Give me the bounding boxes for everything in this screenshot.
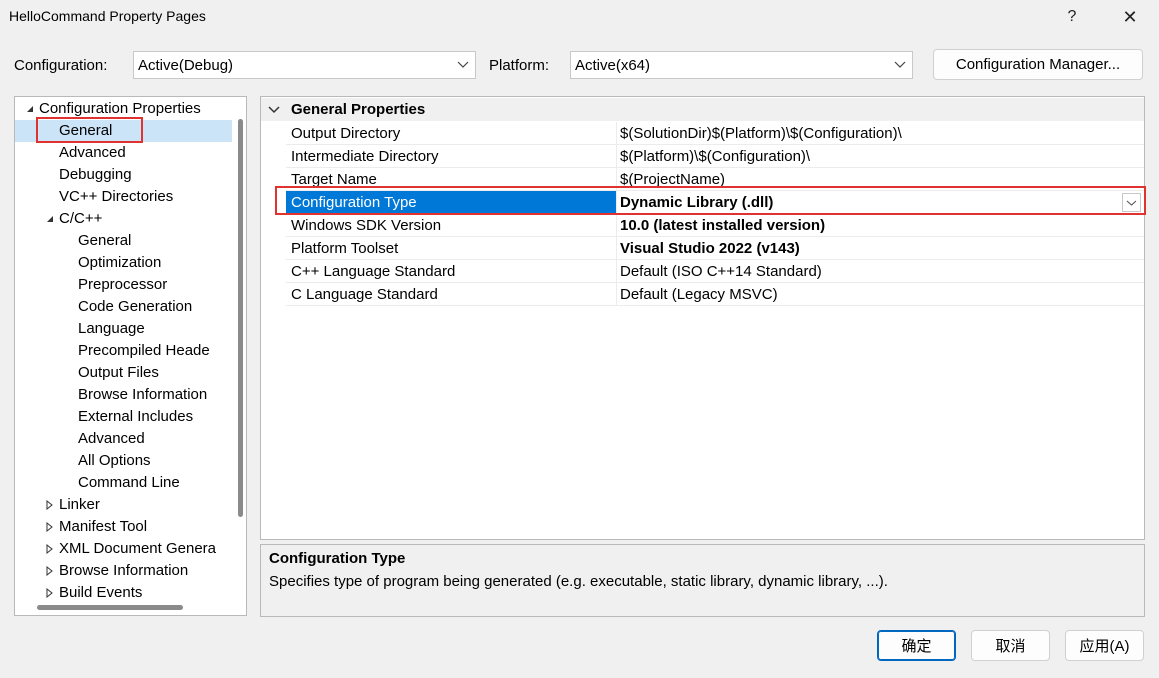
scrollbar-thumb[interactable] xyxy=(238,119,243,517)
tree-item-label: Advanced xyxy=(59,144,126,161)
tree-item-label: C/C++ xyxy=(59,210,103,227)
description-text: Specifies type of program being generate… xyxy=(269,573,888,590)
collapsed-triangle-icon[interactable] xyxy=(45,544,55,554)
tree-item[interactable]: Debugging xyxy=(15,164,232,186)
tree-item[interactable]: Browse Information xyxy=(15,560,232,582)
tree-item[interactable]: Optimization xyxy=(15,252,232,274)
property-value: Default (Legacy MSVC) xyxy=(620,286,778,303)
description-title: Configuration Type xyxy=(269,550,406,567)
expanded-triangle-icon[interactable] xyxy=(45,214,55,224)
tree-item-label: General xyxy=(78,232,132,249)
property-name: Windows SDK Version xyxy=(291,217,442,234)
collapsed-triangle-icon[interactable] xyxy=(45,500,55,510)
window-title: HelloCommand Property Pages xyxy=(9,8,206,24)
property-row[interactable]: Windows SDK Version 10.0 (latest installe… xyxy=(286,214,1144,237)
tree-item-label: Debugging xyxy=(59,166,132,183)
scrollbar-thumb[interactable] xyxy=(37,605,183,610)
tree-horizontal-scrollbar[interactable] xyxy=(15,600,232,615)
tree-item[interactable]: Advanced xyxy=(15,428,232,450)
property-value: 10.0 (latest installed version) xyxy=(620,217,826,234)
tree-item[interactable]: Language xyxy=(15,318,232,340)
configuration-manager-button[interactable]: Configuration Manager... xyxy=(933,49,1143,80)
category-header[interactable]: General Properties xyxy=(261,98,1144,121)
property-name: Platform Toolset xyxy=(291,240,399,257)
close-button[interactable]: ✕ xyxy=(1107,0,1153,34)
description-panel: Configuration Type Specifies type of pro… xyxy=(260,544,1145,617)
tree-vertical-scrollbar[interactable] xyxy=(232,97,246,602)
property-tree[interactable]: Configuration Properties General Advanced D… xyxy=(14,96,247,616)
apply-button[interactable]: 应用(A) xyxy=(1065,630,1144,661)
tree-item-label: XML Document Genera xyxy=(59,540,217,557)
tree-item-label: Browse Information xyxy=(59,562,189,579)
category-label: General Properties xyxy=(291,101,426,118)
tree-item[interactable]: General xyxy=(15,230,232,252)
property-row[interactable]: Platform Toolset Visual Studio 2022 (v143… xyxy=(286,237,1144,260)
help-button[interactable]: ? xyxy=(1049,0,1095,34)
tree-item-label: VC++ Directories xyxy=(59,188,174,205)
tree-item[interactable]: VC++ Directories xyxy=(15,186,232,208)
property-name: C Language Standard xyxy=(291,286,438,303)
platform-label: Platform: xyxy=(489,57,550,74)
tree-item[interactable]: Code Generation xyxy=(15,296,232,318)
tree-item[interactable]: Precompiled Heade xyxy=(15,340,232,362)
tree-item-label: External Includes xyxy=(78,408,194,425)
annotation-highlight-config-type xyxy=(275,186,1146,215)
platform-select-value: Active(x64) xyxy=(575,56,651,74)
chevron-down-icon[interactable] xyxy=(268,105,280,115)
tree-item-label: Optimization xyxy=(78,254,162,271)
tree-item[interactable]: All Options xyxy=(15,450,232,472)
chevron-down-icon xyxy=(457,61,469,68)
tree-item[interactable]: Output Files xyxy=(15,362,232,384)
tree-item[interactable]: C/C++ xyxy=(15,208,232,230)
tree-item-label: Command Line xyxy=(78,474,180,491)
property-row[interactable]: Intermediate Directory $(Platform)\$(Conf… xyxy=(286,145,1144,168)
ok-button[interactable]: 确定 xyxy=(877,630,956,661)
annotation-highlight-general xyxy=(36,117,143,143)
tree-item-label: Code Generation xyxy=(78,298,193,315)
tree-item[interactable]: Command Line xyxy=(15,472,232,494)
property-value: $(SolutionDir)$(Platform)\$(Configuratio… xyxy=(620,125,902,142)
collapsed-triangle-icon[interactable] xyxy=(45,566,55,576)
configuration-select-value: Active(Debug) xyxy=(138,56,234,74)
configuration-label: Configuration: xyxy=(14,57,108,74)
tree-item-label: All Options xyxy=(78,452,151,469)
expanded-triangle-icon[interactable] xyxy=(25,104,35,114)
property-row[interactable]: Output Directory $(SolutionDir)$(Platform… xyxy=(286,122,1144,145)
property-value: Default (ISO C++14 Standard) xyxy=(620,263,822,280)
tree-item-label: Manifest Tool xyxy=(59,518,148,535)
configuration-select[interactable]: Active(Debug) xyxy=(133,51,476,79)
tree-item[interactable]: XML Document Genera xyxy=(15,538,232,560)
property-name: C++ Language Standard xyxy=(291,263,456,280)
property-name: Intermediate Directory xyxy=(291,148,439,165)
tree-item[interactable]: Browse Information xyxy=(15,384,232,406)
collapsed-triangle-icon[interactable] xyxy=(45,522,55,532)
property-row[interactable]: C++ Language Standard Default (ISO C++14 … xyxy=(286,260,1144,283)
cancel-button[interactable]: 取消 xyxy=(971,630,1050,661)
property-name: Output Directory xyxy=(291,125,401,142)
property-grid[interactable]: General Properties Output Directory $(Sol… xyxy=(260,96,1145,540)
tree-item-label: Language xyxy=(78,320,145,337)
title-bar: HelloCommand Property Pages ? ✕ xyxy=(0,0,1159,34)
tree-item-label: Output Files xyxy=(78,364,159,381)
tree-item-label: Linker xyxy=(59,496,100,513)
platform-select[interactable]: Active(x64) xyxy=(570,51,913,79)
tree-item-label: Advanced xyxy=(78,430,145,447)
tree-item[interactable]: Manifest Tool xyxy=(15,516,232,538)
property-value: Visual Studio 2022 (v143) xyxy=(620,240,800,257)
property-row[interactable]: C Language Standard Default (Legacy MSVC) xyxy=(286,283,1144,306)
collapsed-triangle-icon[interactable] xyxy=(45,588,55,598)
tree-item[interactable]: Advanced xyxy=(15,142,232,164)
tree-item[interactable]: Preprocessor xyxy=(15,274,232,296)
tree-item[interactable]: External Includes xyxy=(15,406,232,428)
tree-item-label: Browse Information xyxy=(78,386,208,403)
tree-item-label: Preprocessor xyxy=(78,276,168,293)
chevron-down-icon xyxy=(894,61,906,68)
tree-item-label: Precompiled Heade xyxy=(78,342,210,359)
tree-item[interactable]: Linker xyxy=(15,494,232,516)
property-value: $(Platform)\$(Configuration)\ xyxy=(620,148,811,165)
